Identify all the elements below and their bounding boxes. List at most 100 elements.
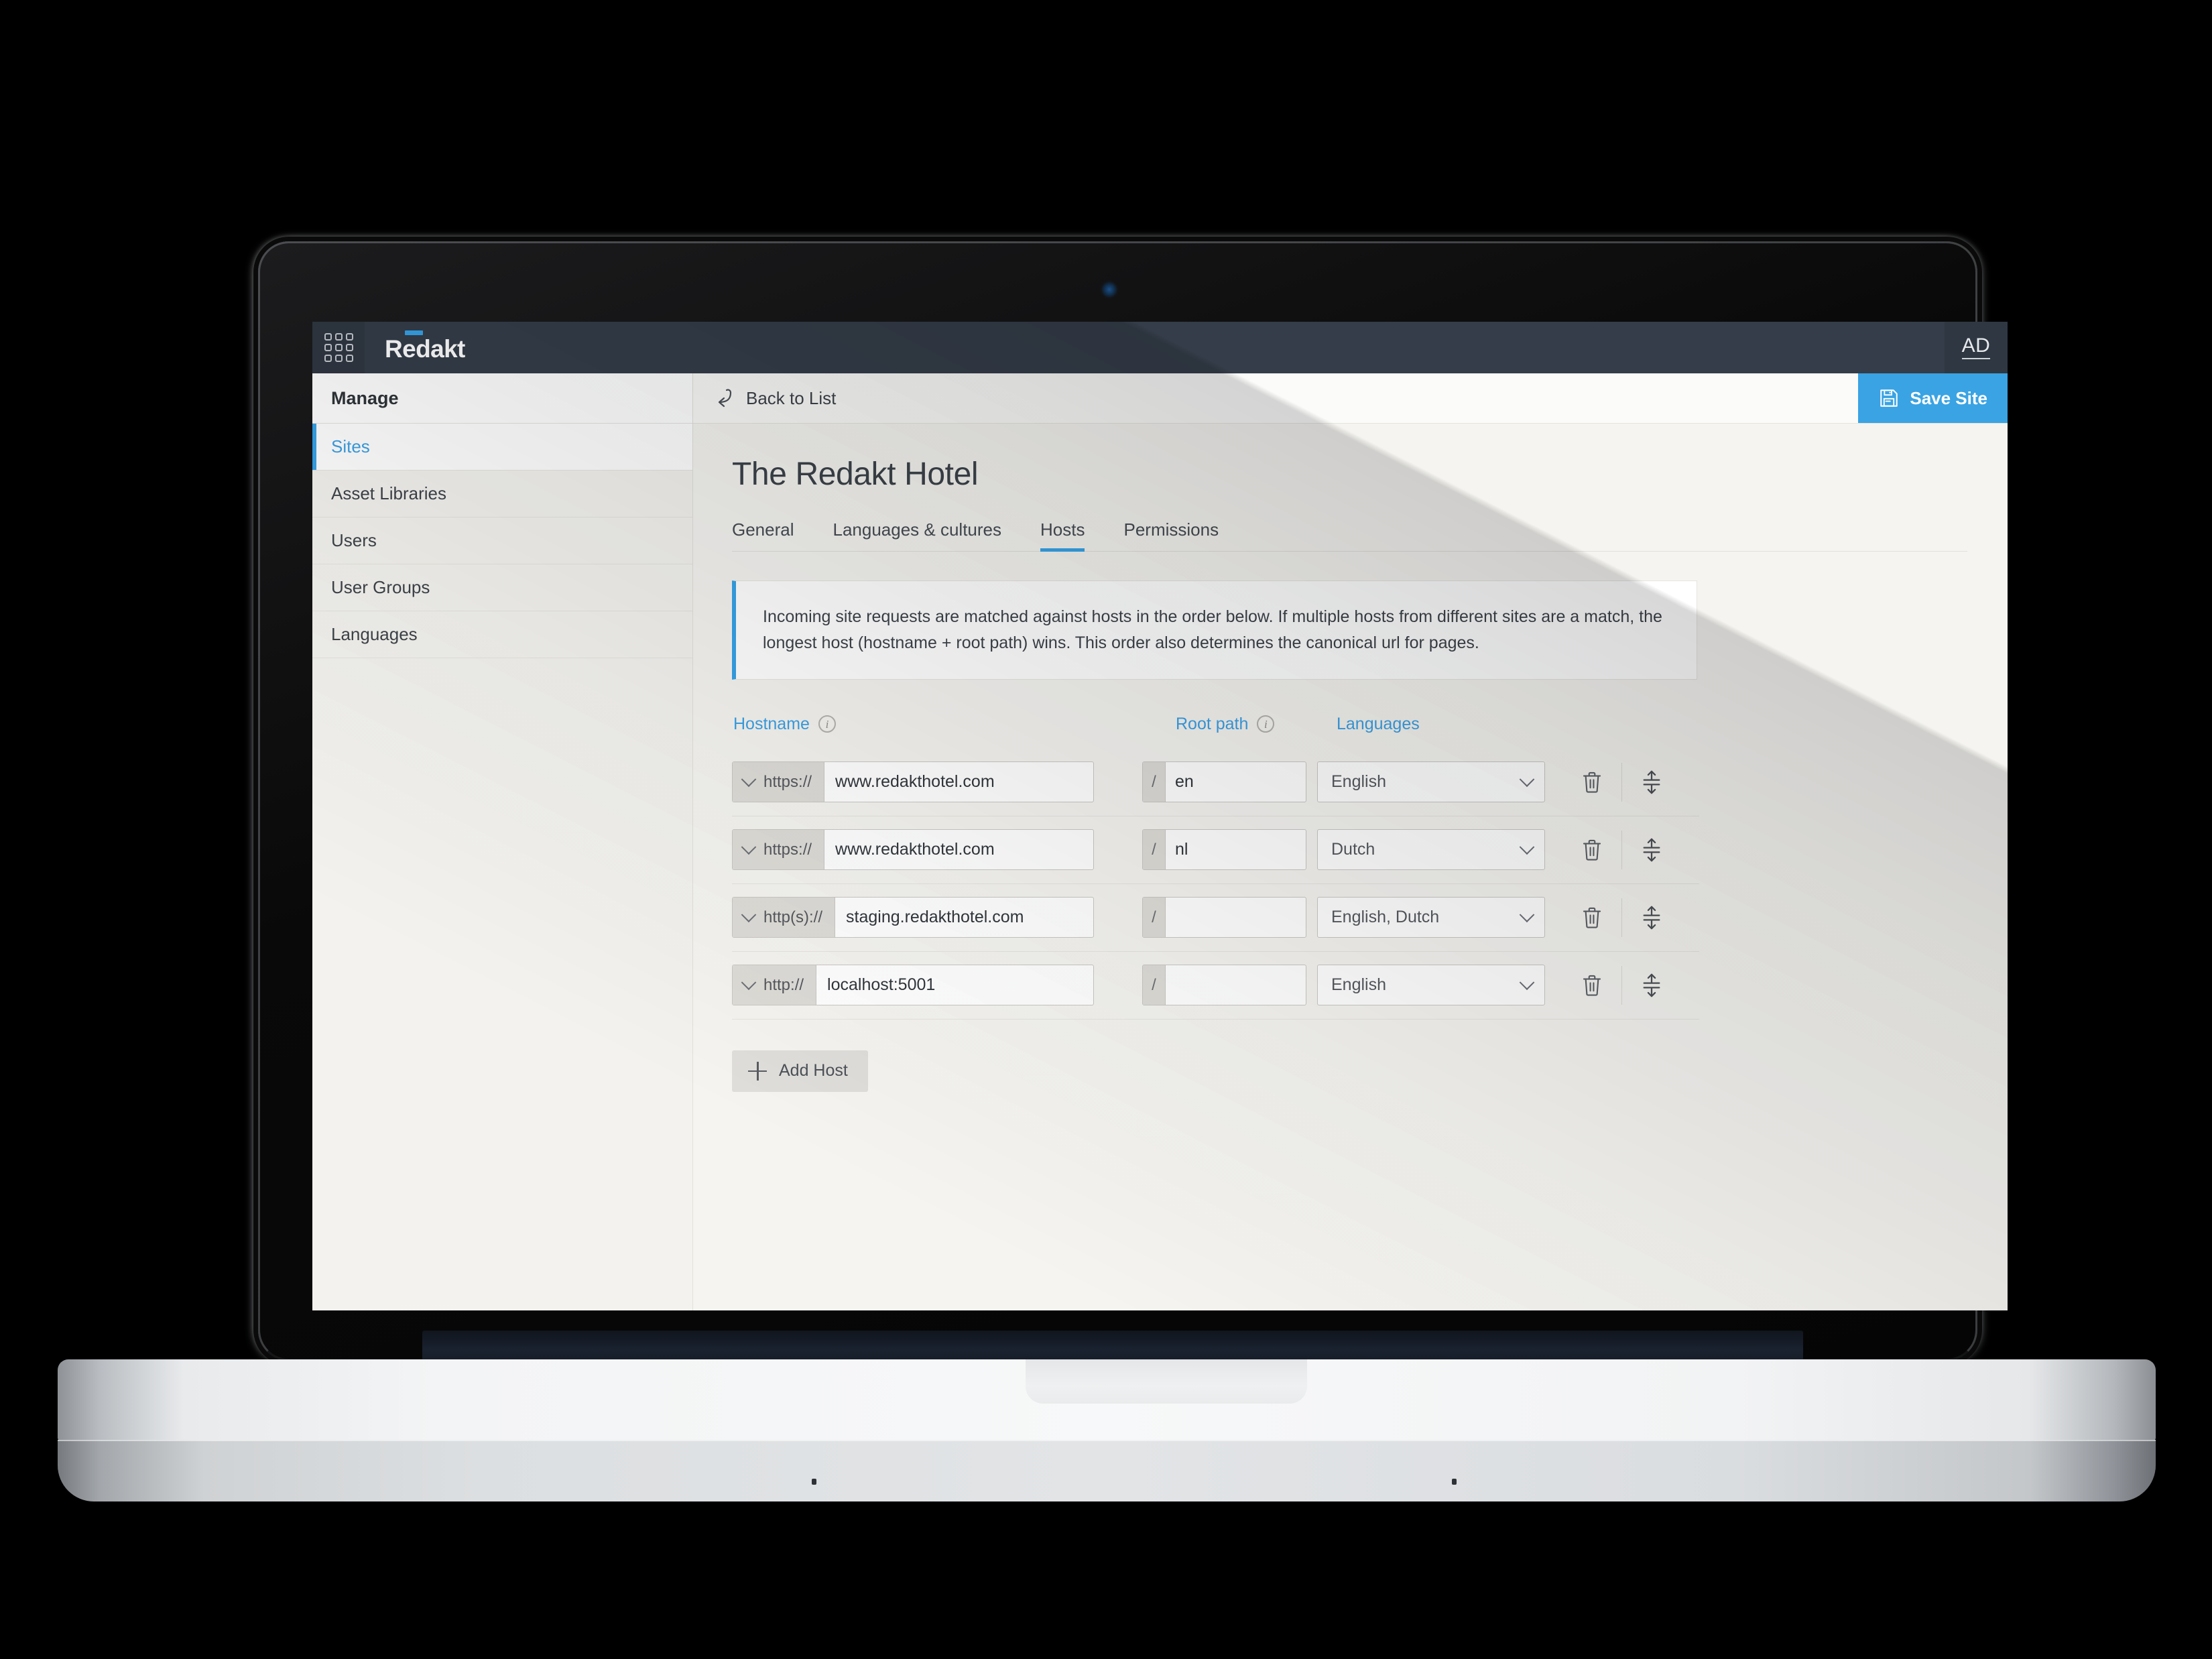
sidebar-header: Manage <box>312 373 692 424</box>
plus-icon <box>748 1061 767 1081</box>
brand-logo[interactable]: Redakt <box>365 322 465 373</box>
column-header-label: Root path <box>1176 714 1249 733</box>
delete-host-button[interactable] <box>1568 829 1616 871</box>
return-arrow-icon <box>718 389 732 408</box>
delete-host-button[interactable] <box>1568 761 1616 803</box>
sidebar-item-label: Languages <box>331 624 418 644</box>
hostname-input[interactable] <box>824 830 1093 869</box>
scheme-dropdown[interactable]: https:// <box>733 830 825 869</box>
column-header-label: Hostname <box>733 714 810 733</box>
brand-accent-bar <box>405 330 423 335</box>
trash-icon <box>1583 975 1601 996</box>
delete-host-button[interactable] <box>1568 897 1616 938</box>
languages-value: English <box>1331 975 1386 994</box>
action-divider <box>1621 965 1622 1005</box>
user-avatar-button[interactable]: AD <box>1945 322 2008 373</box>
root-path-prefix: / <box>1143 762 1166 802</box>
root-path-input[interactable] <box>1166 762 1306 802</box>
laptop-base-front <box>58 1440 2156 1501</box>
screen-content: Redakt AD Manage Sites Asset Libraries U… <box>312 322 2008 1310</box>
languages-value: English, Dutch <box>1331 908 1440 926</box>
action-divider <box>1621 898 1622 937</box>
sidebar-item-users[interactable]: Users <box>312 517 692 564</box>
languages-field-group: English <box>1317 965 1545 1005</box>
sidebar: Manage Sites Asset Libraries Users User … <box>312 373 693 1310</box>
save-site-label: Save Site <box>1910 387 1987 408</box>
languages-field-group: English <box>1317 761 1545 802</box>
hostname-input[interactable] <box>816 965 1093 1005</box>
sidebar-item-label: Sites <box>331 436 370 456</box>
add-host-button[interactable]: Add Host <box>732 1050 868 1092</box>
save-site-button[interactable]: Save Site <box>1858 373 2008 423</box>
trash-icon <box>1583 839 1601 861</box>
delete-host-button[interactable] <box>1568 965 1616 1006</box>
scheme-label: https:// <box>763 772 812 791</box>
tab-label: Languages & cultures <box>833 519 1002 540</box>
sidebar-item-languages[interactable]: Languages <box>312 611 692 658</box>
scheme-dropdown[interactable]: https:// <box>733 762 825 802</box>
tab-label: General <box>732 519 794 540</box>
row-actions <box>1568 965 1676 1006</box>
back-to-list-button[interactable]: Back to List <box>693 373 836 423</box>
reorder-host-handle[interactable] <box>1627 897 1676 938</box>
chevron-down-icon <box>741 906 757 922</box>
sidebar-item-asset-libraries[interactable]: Asset Libraries <box>312 471 692 517</box>
root-path-input[interactable] <box>1166 965 1306 1005</box>
laptop-base-foot <box>1452 1479 1457 1485</box>
chevron-down-icon <box>741 974 757 990</box>
root-path-field-group: / <box>1142 761 1306 802</box>
row-actions <box>1568 829 1676 871</box>
root-path-field-group: / <box>1142 897 1306 938</box>
drag-reorder-icon <box>1643 973 1660 997</box>
root-path-field-group: / <box>1142 965 1306 1005</box>
info-message-text: Incoming site requests are matched again… <box>763 607 1662 652</box>
column-header-hostname: Hostname i <box>733 715 1176 734</box>
languages-select[interactable]: English <box>1317 965 1545 1005</box>
grid-apps-icon <box>324 333 353 362</box>
row-actions <box>1568 897 1676 938</box>
tab-label: Permissions <box>1123 519 1219 540</box>
scheme-dropdown[interactable]: http(s):// <box>733 898 836 937</box>
sidebar-item-label: Users <box>331 530 377 550</box>
chevron-down-icon <box>741 771 757 787</box>
chevron-down-icon <box>1519 771 1535 787</box>
table-row: http:// / <box>732 952 1699 1020</box>
tab-languages-cultures[interactable]: Languages & cultures <box>833 519 1002 551</box>
root-path-prefix: / <box>1143 965 1166 1005</box>
hostname-input[interactable] <box>835 898 1093 937</box>
root-path-input[interactable] <box>1166 830 1306 869</box>
root-path-info-icon[interactable]: i <box>1257 715 1275 733</box>
tab-permissions[interactable]: Permissions <box>1123 519 1219 551</box>
table-row: https:// / <box>732 816 1699 884</box>
root-path-prefix: / <box>1143 898 1166 937</box>
apps-launcher-button[interactable] <box>312 322 365 373</box>
main-panel: Back to List Save Site The Redakt Hotel … <box>693 373 2008 1310</box>
tab-hosts[interactable]: Hosts <box>1040 519 1085 552</box>
languages-select[interactable]: Dutch <box>1317 829 1545 870</box>
languages-select[interactable]: English <box>1317 761 1545 802</box>
root-path-input[interactable] <box>1166 898 1306 937</box>
languages-select[interactable]: English, Dutch <box>1317 897 1545 938</box>
hostname-info-icon[interactable]: i <box>818 715 836 733</box>
webcam-icon <box>1100 280 1119 299</box>
hostname-input[interactable] <box>824 762 1093 802</box>
sidebar-item-sites[interactable]: Sites <box>312 424 692 471</box>
reorder-host-handle[interactable] <box>1627 761 1676 803</box>
reorder-host-handle[interactable] <box>1627 965 1676 1006</box>
brand-text: Redakt <box>385 335 465 363</box>
tab-general[interactable]: General <box>732 519 794 551</box>
sidebar-item-user-groups[interactable]: User Groups <box>312 564 692 611</box>
chevron-down-icon <box>1519 839 1535 855</box>
languages-field-group: Dutch <box>1317 829 1545 870</box>
trash-icon <box>1583 907 1601 928</box>
hostname-field-group: https:// <box>732 761 1094 802</box>
column-header-languages: Languages <box>1337 715 1564 734</box>
scheme-dropdown[interactable]: http:// <box>733 965 817 1005</box>
reflection-fade-mask <box>58 1501 2156 1659</box>
tab-bar: General Languages & cultures Hosts Permi… <box>732 519 1967 552</box>
hostname-field-group: https:// <box>732 829 1094 870</box>
column-header-label: Languages <box>1337 714 1420 733</box>
reorder-host-handle[interactable] <box>1627 829 1676 871</box>
